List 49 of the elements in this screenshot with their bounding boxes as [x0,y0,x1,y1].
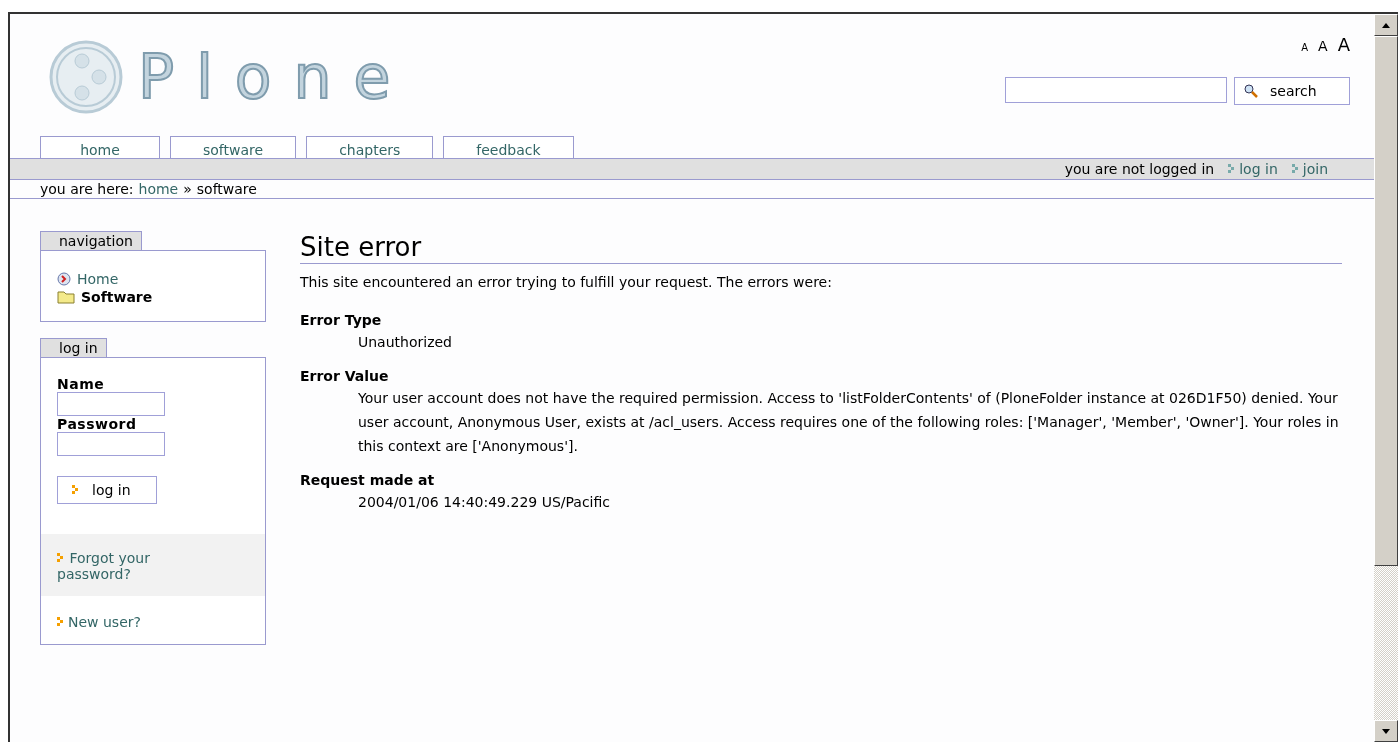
page-title: Site error [300,231,1342,264]
error-term: Error Type [300,312,383,328]
navigation-item[interactable]: Home [57,271,249,287]
scroll-up-button[interactable] [1374,14,1398,36]
arrow-bullet-icon [1291,164,1300,174]
error-value: Unauthorized [358,333,453,352]
personal-link[interactable]: join [1291,161,1328,177]
search-button[interactable]: search [1234,77,1350,105]
arrow-bullet-icon [57,617,65,627]
arrow-bullet-icon [1228,164,1237,174]
nav-tab[interactable]: feedback [443,136,574,158]
navigation-item[interactable]: Software [57,289,249,305]
login-button[interactable]: log in [57,476,157,504]
search-field[interactable] [1005,77,1227,103]
scroll-down-button[interactable] [1374,720,1398,742]
text-size-link[interactable]: A [1301,42,1309,53]
breadcrumb-separator: » [183,181,192,197]
field-label: Name [57,376,106,392]
breadcrumb-current: software [196,181,257,197]
arrow-circle-icon [57,272,71,286]
nav-tab[interactable]: home [40,136,160,158]
nav-tab[interactable]: chapters [306,136,434,158]
arrow-bullet-icon [57,553,65,563]
error-value: Your user account does not have the required permission. Access to 'listFolderContents' of (PloneFolder instance at 026D1F50) denied. Your user account, Anonymous User, exists at /acl_users. Access requires one of the following roles: ['Manager', 'Member', 'Owner']. Your roles in this context are ['Anonymous']. [358,389,1340,456]
text-size-link[interactable]: A [1318,38,1328,54]
breadcrumb-link[interactable]: home [138,181,179,197]
error-value: 2004/01/06 14:40:49.229 US/Pacific [358,493,611,512]
down-arrow-icon [1382,728,1390,734]
portlet-header: log in [40,338,107,357]
error-term: Error Value [300,368,390,384]
new-user-link[interactable]: New user? [57,614,141,630]
error-term: Request made at [300,472,436,488]
name-field[interactable] [57,392,165,416]
personal-link[interactable]: log in [1228,161,1278,177]
up-arrow-icon [1382,22,1390,28]
field-label: Password [57,416,138,432]
arrow-bullet-icon [72,485,80,495]
logo-icon [48,39,124,115]
scroll-thumb[interactable] [1374,36,1398,566]
password-field[interactable] [57,432,165,456]
nav-tab[interactable]: software [170,136,297,158]
search-icon [1244,84,1258,98]
folder-icon [57,290,75,304]
portlet-header: navigation [40,231,142,250]
login-status: you are not logged in [1064,161,1215,177]
intro-text: This site encountered an error trying to fulfill your request. The errors were: [300,274,833,290]
logo-text: Plone [138,47,413,107]
text-size-link[interactable]: A [1337,34,1350,55]
breadcrumb-label: you are here: [40,181,134,197]
